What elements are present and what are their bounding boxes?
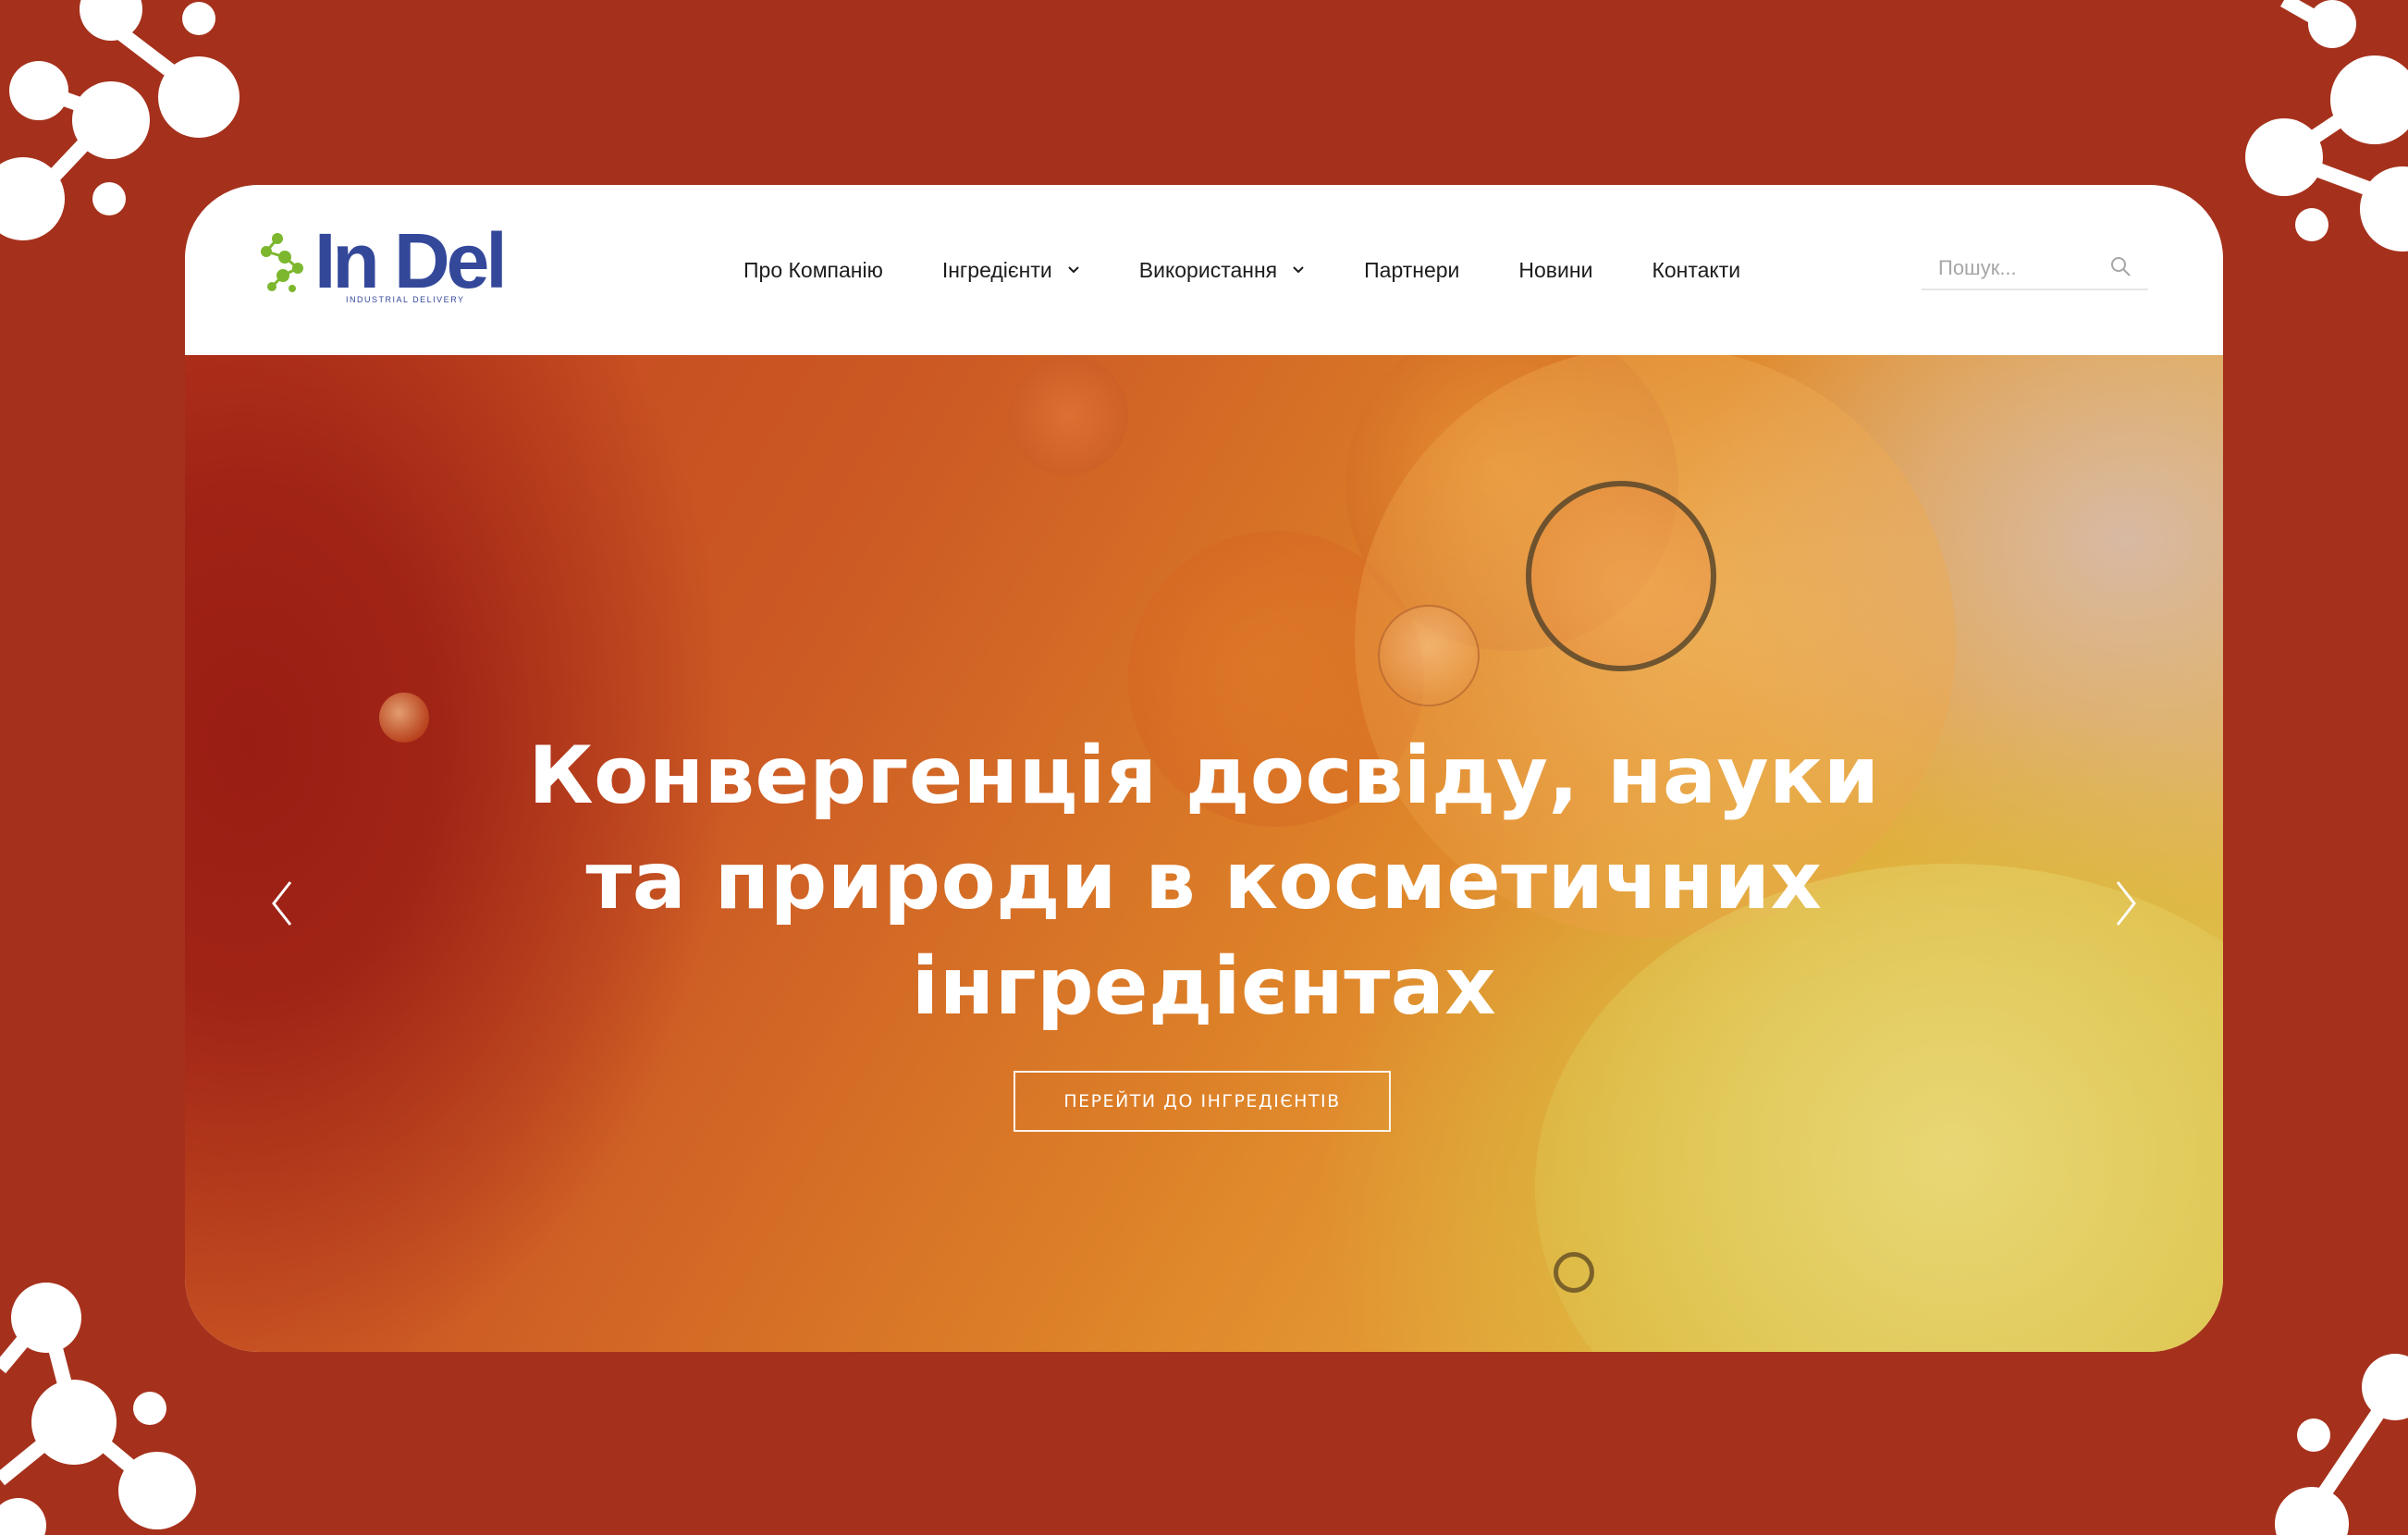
molecule-decoration-bottom-right — [2275, 1354, 2408, 1535]
nav-item-news[interactable]: Новини — [1518, 258, 1592, 283]
nav-item-label: Про Компанію — [743, 257, 883, 282]
nav-item-about[interactable]: Про Компанію — [743, 258, 883, 283]
molecule-logo-icon — [261, 233, 303, 292]
nav-item-usage[interactable]: Використання — [1139, 258, 1305, 283]
oil-bubble-decoration — [1378, 605, 1480, 706]
oil-bubble-decoration — [1526, 481, 1716, 671]
oil-bubble-decoration — [1008, 355, 1128, 475]
nav-item-contacts[interactable]: Контакти — [1652, 258, 1740, 283]
logo-wordmark: In Del — [314, 217, 508, 304]
website-card: In Del INDUSTRIAL DELIVERY Про Компанію … — [185, 185, 2223, 1352]
nav-item-label: Партнери — [1364, 257, 1460, 282]
oil-bubble-decoration — [1554, 1252, 1594, 1293]
hero-headline-line: інгредієнтах — [911, 939, 1497, 1033]
site-header: In Del INDUSTRIAL DELIVERY Про Компанію … — [185, 185, 2223, 355]
logo-tagline: INDUSTRIAL DELIVERY — [346, 295, 465, 304]
go-to-ingredients-button[interactable]: ПЕРЕЙТИ ДО ІНГРЕДІЄНТІВ — [1014, 1071, 1391, 1132]
indel-logo[interactable]: In Del INDUSTRIAL DELIVERY — [257, 217, 508, 314]
nav-item-label: Контакти — [1652, 257, 1741, 282]
search-box — [1922, 248, 2148, 290]
search-input[interactable] — [1936, 248, 2107, 289]
search-icon[interactable] — [2109, 255, 2132, 277]
chevron-right-icon[interactable] — [2112, 878, 2140, 928]
chevron-down-icon — [1068, 266, 1079, 274]
cta-label: ПЕРЕЙТИ ДО ІНГРЕДІЄНТІВ — [1063, 1091, 1341, 1111]
hero-headline-line: Конвергенція досвіду, науки — [528, 729, 1880, 822]
nav-item-partners[interactable]: Партнери — [1364, 258, 1459, 283]
chevron-down-icon — [1293, 266, 1304, 274]
chevron-left-icon[interactable] — [268, 878, 296, 928]
hero-headline: Конвергенція досвіду, науки та природи в… — [185, 723, 2223, 1039]
nav-item-label: Новини — [1518, 257, 1593, 282]
nav-item-ingredients[interactable]: Інгредієнти — [942, 258, 1080, 283]
main-navigation: Про Компанію Інгредієнти Використання Па… — [743, 185, 1800, 355]
nav-item-label: Використання — [1138, 257, 1278, 282]
hero-headline-line: та природи в косметичних — [585, 834, 1823, 927]
hero-slider: Конвергенція досвіду, науки та природи в… — [185, 355, 2223, 1352]
nav-item-label: Інгредієнти — [941, 257, 1052, 282]
